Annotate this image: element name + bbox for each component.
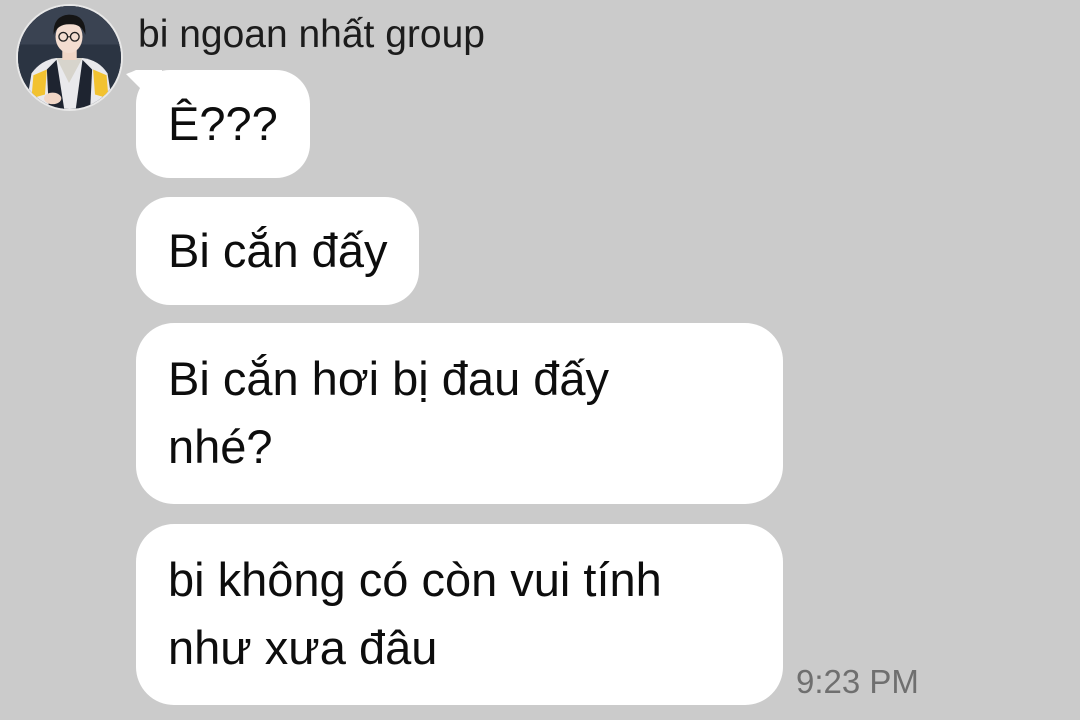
message-bubble[interactable]: Bi cắn đấy (136, 197, 420, 305)
message-text-line: Bi cắn hơi bị đau đấy (168, 352, 610, 405)
message-bubble[interactable]: Bi cắn hơi bị đau đấy nhé? (136, 323, 783, 504)
message-text: Ê??? (168, 97, 278, 150)
sender-name: bi ngoan nhất group (138, 13, 485, 56)
message-text-line: bi không có còn vui tính (168, 553, 662, 606)
message-text-line: nhé? (168, 420, 273, 473)
message-bubble[interactable]: Ê??? (136, 70, 310, 178)
sender-avatar[interactable] (16, 4, 123, 111)
message-text-line: như xưa đâu (168, 621, 438, 674)
message-bubble[interactable]: bi không có còn vui tính như xưa đâu (136, 524, 783, 705)
profile-photo-icon (18, 6, 121, 109)
message-timestamp: 9:23 PM (796, 663, 919, 700)
message-text: Bi cắn đấy (168, 224, 388, 277)
